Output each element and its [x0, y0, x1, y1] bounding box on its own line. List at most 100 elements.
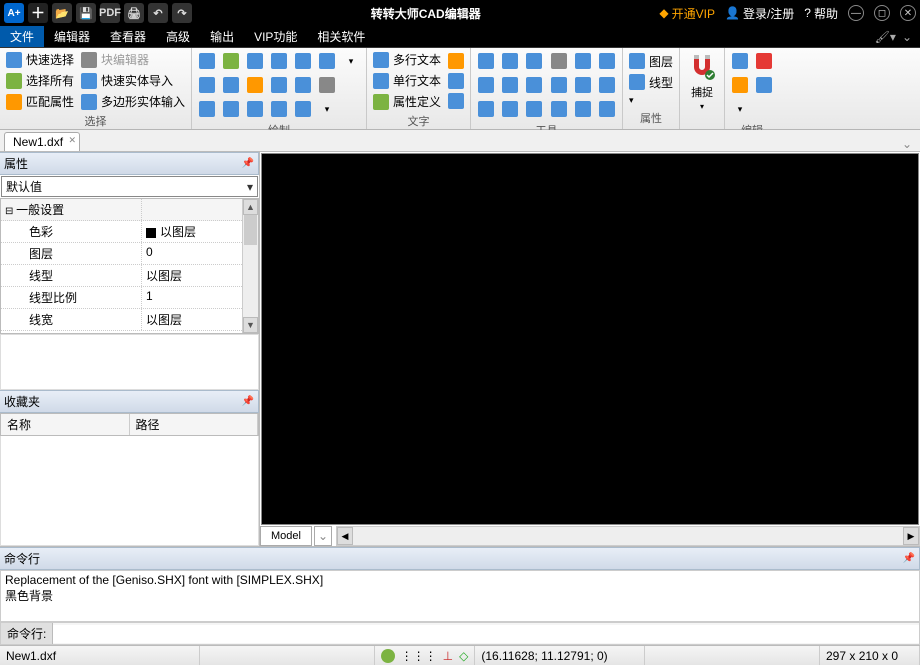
document-tab[interactable]: New1.dxf ✕ [4, 132, 80, 151]
edit-dd-icon[interactable]: ▾ [729, 98, 751, 120]
trim-tool-icon[interactable] [475, 98, 497, 120]
move-tool-icon[interactable] [475, 50, 497, 72]
arc-tool-icon[interactable] [220, 74, 242, 96]
scroll-left-icon[interactable]: ◀ [337, 527, 353, 545]
tool-g-icon[interactable] [548, 98, 570, 120]
offset-tool-icon[interactable] [523, 98, 545, 120]
line-tool-icon[interactable] [196, 50, 218, 72]
rotate-tool-icon[interactable] [523, 50, 545, 72]
tool-b-icon[interactable] [572, 50, 594, 72]
copy-tool-icon[interactable] [499, 50, 521, 72]
hatch-tool-icon[interactable] [220, 98, 242, 120]
stext-button[interactable]: 单行文本 [371, 71, 443, 90]
polygon-entity-input-button[interactable]: 多边形实体输入 [79, 92, 187, 111]
hatch-area-tool-icon[interactable] [316, 50, 338, 72]
properties-panel-header[interactable]: 属性 📌 [0, 152, 259, 175]
drawing-canvas[interactable] [261, 153, 919, 525]
draw-dd-1[interactable]: ▾ [340, 50, 362, 72]
pin-icon[interactable]: 📌 [903, 553, 915, 564]
menu-file[interactable]: 文件 [0, 26, 44, 47]
properties-scrollbar[interactable]: ▲ ▼ [242, 199, 258, 333]
open-file-icon[interactable]: 📂 [52, 3, 72, 23]
favorites-panel-header[interactable]: 收藏夹 📌 [0, 390, 259, 413]
minimize-button[interactable]: — [848, 5, 864, 21]
ray-tool-icon[interactable] [292, 98, 314, 120]
pin-icon[interactable]: 📌 [242, 158, 254, 169]
help-button[interactable]: ? 帮助 [804, 5, 838, 22]
tab-dropdown-icon[interactable]: ⌄ [898, 137, 916, 151]
print-icon[interactable]: 🖨 [124, 3, 144, 23]
menu-viewer[interactable]: 查看器 [100, 26, 156, 47]
extend-tool-icon[interactable] [499, 98, 521, 120]
export-pdf-icon[interactable]: PDF [100, 3, 120, 23]
text-find-icon[interactable] [446, 92, 466, 110]
prop-row-linetype[interactable]: 线型以图层 [1, 265, 258, 287]
cut-icon[interactable] [729, 74, 751, 96]
tool-i-icon[interactable] [596, 98, 618, 120]
snap-button[interactable]: 捕捉 ▾ [684, 52, 720, 111]
scroll-thumb[interactable] [244, 215, 257, 245]
menu-advanced[interactable]: 高级 [156, 26, 200, 47]
osnap-toggle-icon[interactable]: ◇ [459, 649, 468, 663]
menu-related-software[interactable]: 相关软件 [307, 26, 375, 47]
tool-h-icon[interactable] [572, 98, 594, 120]
properties-default-combo[interactable]: 默认值 ▾ [1, 176, 258, 197]
ribbon-style-icon[interactable]: 🖌▾ [875, 30, 896, 44]
paste-icon[interactable] [753, 74, 775, 96]
ribbon-collapse-icon[interactable]: ⌄ [902, 30, 912, 44]
dimension-tool-icon[interactable] [292, 50, 314, 72]
match-prop-button[interactable]: 匹配属性 [4, 92, 76, 111]
rectangle-tool-icon[interactable] [244, 50, 266, 72]
scale-tool-icon[interactable] [499, 74, 521, 96]
attrdef-button[interactable]: 属性定义 [371, 92, 443, 111]
polyline-tool-icon[interactable] [220, 50, 242, 72]
prop-row-layer[interactable]: 图层0 [1, 243, 258, 265]
prop-group-general[interactable]: 一般设置 [1, 199, 258, 221]
xline-tool-icon[interactable] [268, 98, 290, 120]
menu-output[interactable]: 输出 [200, 26, 244, 47]
command-panel-header[interactable]: 命令行 📌 [0, 547, 920, 570]
fav-col-name[interactable]: 名称 [1, 414, 130, 435]
copy-icon[interactable] [729, 50, 751, 72]
scroll-right-icon[interactable]: ▶ [903, 527, 919, 545]
layer-button[interactable]: 图层 [627, 52, 675, 71]
mirror-tool-icon[interactable] [475, 74, 497, 96]
open-vip-button[interactable]: ◆ 开通VIP [659, 5, 715, 22]
pin-icon[interactable]: 📌 [242, 396, 254, 407]
tool-d-icon[interactable] [548, 74, 570, 96]
tool-f-icon[interactable] [596, 74, 618, 96]
table-tool-icon[interactable] [292, 74, 314, 96]
draw-more-2[interactable] [316, 74, 338, 96]
menu-vip-features[interactable]: VIP功能 [244, 26, 307, 47]
grid-toggle-icon[interactable]: ⋮⋮⋮ [401, 649, 437, 663]
block-editor-button[interactable]: 块编辑器 [79, 50, 187, 69]
prop-row-ltscale[interactable]: 线型比例1 [1, 287, 258, 309]
text-style-icon[interactable] [446, 72, 466, 90]
props-dd-icon[interactable]: ▾ [627, 94, 675, 107]
ortho-toggle-icon[interactable]: ⊥ [443, 649, 453, 663]
new-file-icon[interactable]: ＋ [28, 3, 48, 23]
circle-tool-icon[interactable] [196, 74, 218, 96]
tool-a-icon[interactable] [548, 50, 570, 72]
point-tool-icon[interactable] [196, 98, 218, 120]
tool-e-icon[interactable] [572, 74, 594, 96]
spline-tool-icon[interactable] [244, 98, 266, 120]
zigzag-tool-icon[interactable] [268, 50, 290, 72]
tool-c-icon[interactable] [596, 50, 618, 72]
model-tab[interactable]: Model [260, 526, 312, 546]
snap-toggle-icon[interactable] [381, 649, 395, 663]
mtext-button[interactable]: 多行文本 [371, 50, 443, 69]
menu-editor[interactable]: 编辑器 [44, 26, 100, 47]
prop-row-lineweight[interactable]: 线宽以图层 [1, 309, 258, 331]
array-tool-icon[interactable] [523, 74, 545, 96]
text-edit-icon[interactable] [446, 52, 466, 70]
select-all-button[interactable]: 选择所有 [4, 71, 76, 90]
delete-icon[interactable] [753, 50, 775, 72]
draw-dd-3[interactable]: ▾ [316, 98, 338, 120]
fast-select-button[interactable]: 快速选择 [4, 50, 76, 69]
close-button[interactable]: ✕ [900, 5, 916, 21]
block-tool-icon[interactable] [268, 74, 290, 96]
save-file-icon[interactable]: 💾 [76, 3, 96, 23]
prop-row-color[interactable]: 色彩以图层 [1, 221, 258, 243]
scroll-down-icon[interactable]: ▼ [243, 317, 258, 333]
